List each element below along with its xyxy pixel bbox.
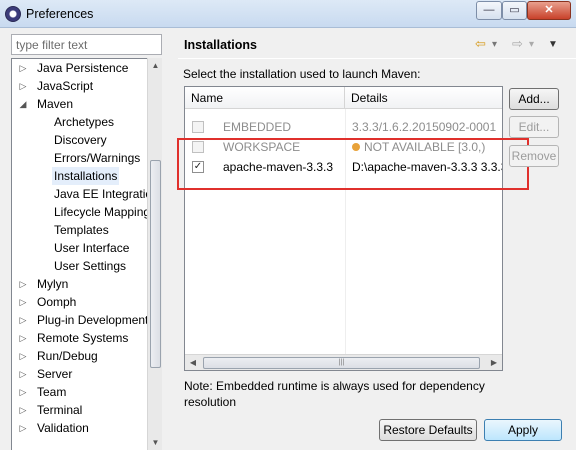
collapsed-chevron-icon[interactable]: ▷ [18, 347, 28, 365]
tree-item-label: Terminal [37, 403, 83, 417]
collapsed-chevron-icon[interactable]: ▷ [18, 401, 28, 419]
installation-name: EMBEDDED [223, 120, 292, 134]
highlight-annotation-box [177, 138, 529, 190]
remove-button[interactable]: Remove [509, 145, 559, 167]
filter-input[interactable] [11, 34, 162, 55]
tree-item-label: Errors/Warnings [54, 151, 141, 165]
tree-item-label: Oomph [37, 295, 77, 309]
installation-details: 3.3.3/1.6.2.20150902-0001 [352, 116, 502, 138]
collapsed-chevron-icon[interactable]: ▷ [18, 383, 28, 401]
tree-item-label: Server [37, 367, 73, 381]
collapsed-chevron-icon[interactable]: ▷ [18, 77, 28, 95]
table-row[interactable]: EMBEDDED 3.3.3/1.6.2.20150902-0001 [185, 116, 502, 138]
collapsed-chevron-icon[interactable]: ▷ [18, 293, 28, 311]
tree-item-label: Maven [37, 97, 74, 111]
scroll-right-arrow-icon[interactable]: ▶ [486, 355, 502, 371]
collapsed-chevron-icon[interactable]: ▷ [18, 329, 28, 347]
tree-scroll-thumb[interactable] [150, 160, 161, 368]
tree-item-label: Mylyn [37, 277, 69, 291]
tree-item-label: Team [37, 385, 67, 399]
window-title: Preferences [26, 7, 94, 21]
installation-details-text: 3.3.3/1.6.2.20150902-0001 [352, 120, 497, 134]
table-scroll-thumb[interactable]: ||| [203, 357, 480, 369]
tree-item-label: Templates [54, 223, 109, 237]
preferences-tree: ▷ Java Persistence ▷ JavaScript ◢ Maven Archet… [11, 58, 162, 450]
installation-checkbox[interactable] [192, 121, 204, 133]
tree-item-label: Plug-in Development [37, 313, 149, 327]
eclipse-app-icon [5, 6, 21, 22]
embedded-runtime-note: Note: Embedded runtime is always used fo… [184, 379, 485, 409]
title-bar: Preferences — ▭ ✕ [0, 0, 576, 28]
tree-item-label: Validation [37, 421, 89, 435]
collapsed-chevron-icon[interactable]: ▷ [18, 275, 28, 293]
installations-table: Name Details EMBEDDED 3.3.3/1.6.2.2015090… [184, 86, 503, 371]
tree-item-label: Java Persistence [37, 61, 129, 75]
forward-menu-chevron-icon[interactable]: ▾ [529, 39, 534, 50]
collapsed-chevron-icon[interactable]: ▷ [18, 419, 28, 437]
apply-button[interactable]: Apply [484, 419, 562, 441]
scroll-up-arrow-icon[interactable]: ▲ [148, 58, 163, 73]
header-divider [178, 58, 576, 59]
column-header-name[interactable]: Name [185, 87, 345, 109]
back-arrow-icon[interactable]: ⇦ [475, 36, 486, 52]
scroll-down-arrow-icon[interactable]: ▼ [148, 435, 163, 450]
forward-arrow-icon[interactable]: ⇨ [512, 36, 523, 52]
collapsed-chevron-icon[interactable]: ▷ [18, 365, 28, 383]
expanded-chevron-icon[interactable]: ◢ [18, 95, 28, 113]
tree-item-label: JavaScript [37, 79, 94, 93]
tree-item-label: User Settings [54, 259, 127, 273]
collapsed-chevron-icon[interactable]: ▷ [18, 311, 28, 329]
tree-item-label: Remote Systems [37, 331, 129, 345]
back-menu-chevron-icon[interactable]: ▾ [492, 39, 497, 50]
scroll-left-arrow-icon[interactable]: ◀ [185, 355, 201, 371]
page-title: Installations [184, 38, 257, 52]
tree-item-label: Run/Debug [37, 349, 98, 363]
edit-button[interactable]: Edit... [509, 116, 559, 138]
tree-item-label: Lifecycle Mapping [54, 205, 151, 219]
add-button[interactable]: Add... [509, 88, 559, 110]
tree-item-label: Java EE Integration [54, 187, 159, 201]
collapsed-chevron-icon[interactable]: ▷ [18, 59, 28, 77]
instruction-text: Select the installation used to launch M… [183, 67, 421, 81]
tree-item-label: User Interface [54, 241, 130, 255]
table-horizontal-scrollbar[interactable]: ◀ ||| ▶ [185, 354, 502, 370]
close-button[interactable]: ✕ [527, 1, 571, 20]
column-header-details[interactable]: Details [345, 87, 502, 109]
view-menu-icon[interactable]: ▼ [548, 39, 558, 50]
tree-item-label: Installations [52, 167, 120, 185]
tree-item-label: Archetypes [54, 115, 115, 129]
tree-item-label: Discovery [54, 133, 107, 147]
restore-defaults-button[interactable]: Restore Defaults [379, 419, 477, 441]
tree-scrollbar[interactable]: ▲ ▼ [147, 58, 162, 450]
minimize-button[interactable]: — [476, 1, 502, 20]
maximize-button[interactable]: ▭ [502, 1, 527, 20]
